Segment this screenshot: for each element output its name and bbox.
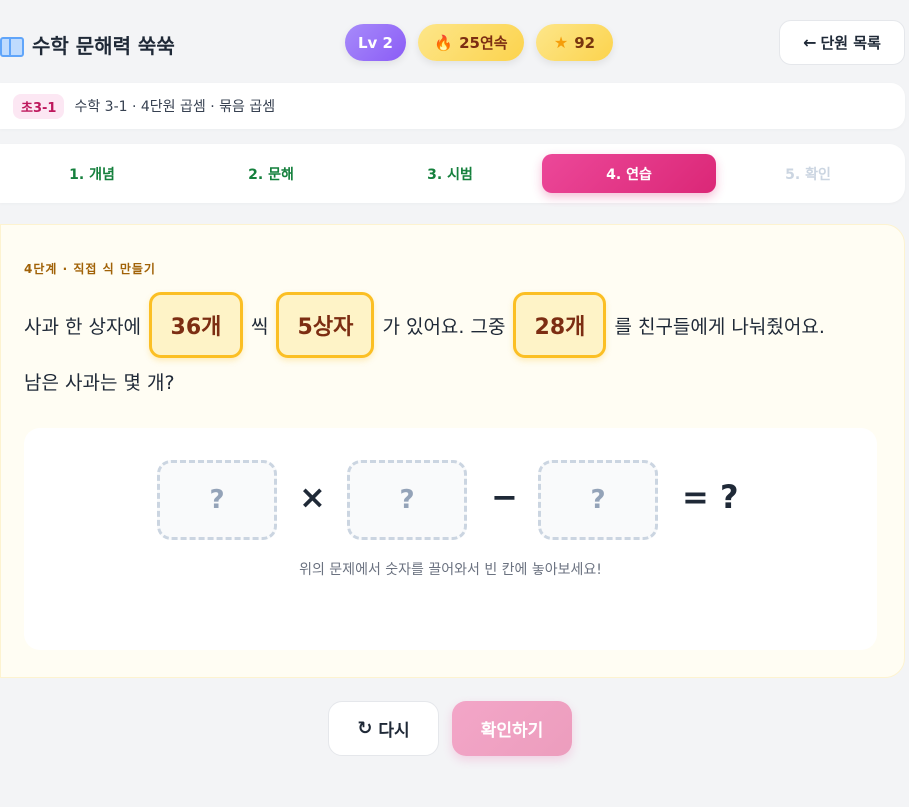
- problem-question: 남은 사과는 몇 개?: [24, 372, 175, 394]
- equation-slot-1[interactable]: ?: [157, 460, 277, 540]
- problem-text-1: 사과 한 상자에: [24, 315, 141, 338]
- stars-badge: ★ 92: [536, 24, 613, 61]
- tab-step-1[interactable]: 1. 개념: [5, 154, 179, 193]
- problem-text-3: 가 있어요. 그중: [382, 315, 506, 338]
- problem-text-4: 를 친구들에게 나눠줬어요.: [614, 315, 825, 338]
- stage-label: 4단계 · 직접 식 만들기: [24, 262, 156, 276]
- retry-button[interactable]: ↻ 다시: [328, 701, 439, 756]
- back-to-units-button[interactable]: ← 단원 목록: [779, 20, 905, 65]
- step-tabs: 1. 개념 2. 문해 3. 시범 4. 연습 5. 확인: [0, 144, 905, 203]
- retry-label: 다시: [378, 721, 410, 741]
- breadcrumb-path: 수학 3-1 · 4단원 곱셈 · 묶음 곱셈: [74, 99, 276, 115]
- app-header: 수학 문해력 쑥쑥 Lv 2 🔥 25연속 ★ 92 ← 단원 목록: [0, 0, 909, 84]
- equals-question: = ?: [682, 478, 739, 516]
- equation-slot-3[interactable]: ?: [538, 460, 658, 540]
- tab-step-4[interactable]: 4. 연습: [542, 154, 716, 193]
- problem-text-2: 씩: [250, 315, 269, 338]
- book-icon: [0, 35, 24, 57]
- equation-slot-2[interactable]: ?: [347, 460, 467, 540]
- tab-step-3[interactable]: 3. 시범: [363, 154, 537, 193]
- star-icon: ★: [553, 33, 569, 52]
- confirm-button[interactable]: 확인하기: [452, 701, 572, 756]
- arrow-left-icon: ←: [803, 33, 817, 52]
- multiply-sign: ×: [299, 478, 326, 516]
- equation-area: ? × ? − ? = ? 위의 문제에서 숫자를 끌어와서 빈 칸에 놓아보세…: [24, 428, 877, 650]
- tab-step-2[interactable]: 2. 문해: [184, 154, 358, 193]
- refresh-icon: ↻: [357, 718, 373, 739]
- level-badge: Lv 2: [345, 24, 406, 61]
- tab-step-5[interactable]: 5. 확인: [721, 154, 895, 193]
- fire-icon: 🔥: [434, 33, 454, 52]
- level-text: Lv 2: [358, 33, 393, 52]
- number-chip-36[interactable]: 36개: [148, 292, 243, 358]
- streak-badge: 🔥 25연속: [418, 24, 524, 61]
- app-title: 수학 문해력 쑥쑥: [0, 30, 175, 59]
- problem-sentence: 사과 한 상자에 36개 씩 5상자 가 있어요. 그중 28개 를 친구들에게…: [24, 290, 825, 360]
- back-button-label: 단원 목록: [820, 34, 881, 52]
- drag-hint: 위의 문제에서 숫자를 끌어와서 빈 칸에 놓아보세요!: [299, 562, 602, 578]
- number-chip-28[interactable]: 28개: [513, 292, 607, 358]
- number-chip-5[interactable]: 5상자: [276, 292, 375, 358]
- streak-text: 25연속: [459, 34, 508, 52]
- stars-text: 92: [574, 33, 596, 52]
- breadcrumb: 초3-1 수학 3-1 · 4단원 곱셈 · 묶음 곱셈: [0, 83, 905, 129]
- grade-badge: 초3-1: [13, 93, 65, 119]
- minus-sign: −: [491, 478, 518, 516]
- app-title-text: 수학 문해력 쑥쑥: [32, 34, 175, 58]
